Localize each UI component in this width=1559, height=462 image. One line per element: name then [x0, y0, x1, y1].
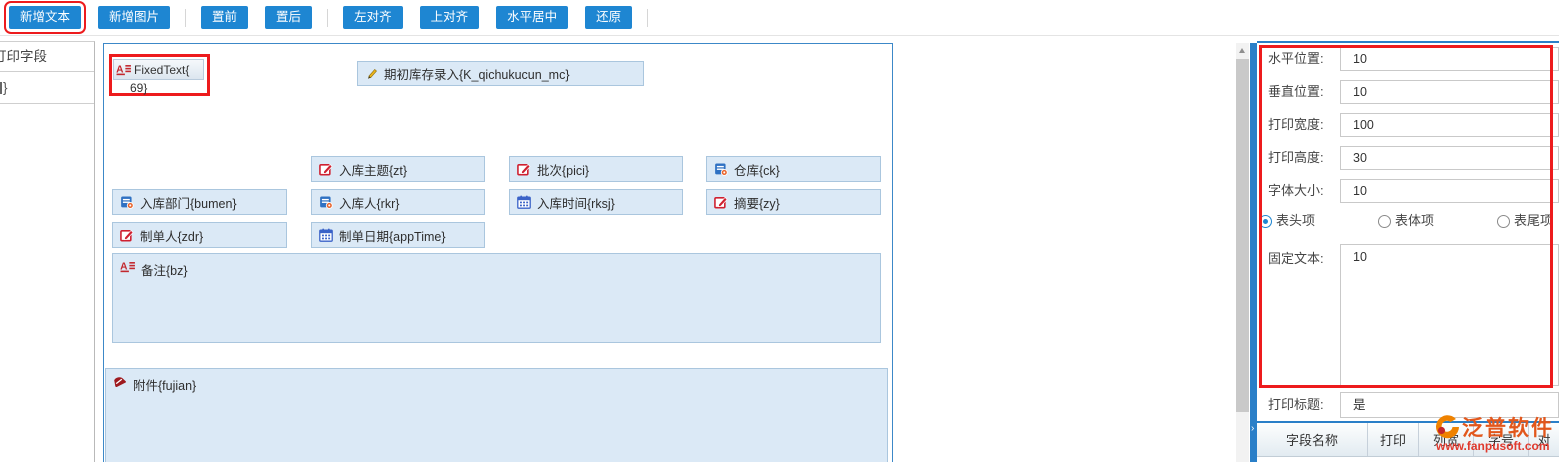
radio-table-header-label[interactable]: 表头项: [1276, 211, 1315, 231]
print-width-label: 打印宽度:: [1268, 113, 1340, 137]
select-icon: [319, 195, 333, 209]
fixed-text-element-highlight[interactable]: FixedText{ 69}: [109, 54, 210, 96]
attachment-icon: [113, 375, 127, 389]
canvas-field-label: 摘要{zy}: [734, 193, 780, 212]
print-height-input[interactable]: 30: [1340, 146, 1559, 170]
canvas-field-label: 入库主题{zt}: [339, 160, 407, 179]
text-icon: [120, 260, 135, 273]
print-template-designer: 新增文本 新增图片 置前 置后 左对齐 上对齐 水平居中 还原 打印字段 } F…: [0, 0, 1559, 462]
canvas-field-title[interactable]: 期初库存录入{K_qichukucun_mc}: [357, 61, 644, 86]
canvas-field-summary[interactable]: 摘要{zy}: [706, 189, 881, 215]
canvas-field-time[interactable]: 入库时间{rksj}: [509, 189, 683, 215]
select-icon: [120, 195, 134, 209]
canvas-field-label: 仓库{ck}: [734, 160, 780, 179]
column-width: 列宽: [1419, 423, 1474, 456]
print-title-input[interactable]: 是: [1340, 392, 1559, 418]
column-font-size: 字号: [1474, 423, 1529, 456]
canvas-field-label: 入库时间{rksj}: [537, 193, 615, 212]
canvas-field-label: 入库部门{bumen}: [140, 193, 237, 212]
bring-front-button[interactable]: 置前: [201, 6, 248, 29]
radio-table-footer-label[interactable]: 表尾项: [1514, 211, 1553, 231]
fixed-text-line2: 69}: [130, 81, 147, 95]
column-print: 打印: [1368, 423, 1419, 456]
print-field-list-item[interactable]: }: [0, 72, 94, 104]
add-text-button[interactable]: 新增文本: [9, 6, 81, 29]
canvas-field-remark[interactable]: 备注{bz}: [112, 253, 881, 343]
toolbar-separator: [185, 9, 186, 27]
column-field-name: 字段名称: [1257, 423, 1368, 456]
center-horizontal-button[interactable]: 水平居中: [496, 6, 568, 29]
radio-table-body-label[interactable]: 表体项: [1395, 211, 1434, 231]
canvas-field-label: 期初库存录入{K_qichukucun_mc}: [384, 64, 570, 83]
scrollbar-thumb[interactable]: [1236, 59, 1249, 412]
align-top-button[interactable]: 上对齐: [420, 6, 480, 29]
canvas-field-label: 批次{pici}: [537, 160, 589, 179]
calendar-icon: [517, 195, 531, 209]
reset-button[interactable]: 还原: [585, 6, 632, 29]
canvas-field-subject[interactable]: 入库主题{zt}: [311, 156, 485, 182]
canvas-field-attachment[interactable]: 附件{fujian}: [105, 368, 888, 462]
clipped-glyph: [0, 82, 2, 94]
design-canvas[interactable]: FixedText{ 69} 期初库存录入{K_qichukucun_mc} 入…: [103, 43, 893, 462]
canvas-field-label: 制单人{zdr}: [140, 226, 203, 245]
print-field-item-label: }: [3, 72, 8, 103]
align-left-button[interactable]: 左对齐: [343, 6, 403, 29]
edit-icon: [714, 195, 728, 209]
text-icon: [116, 63, 131, 76]
vertical-position-input[interactable]: 10: [1340, 80, 1559, 104]
radio-table-header-item[interactable]: [1259, 215, 1272, 228]
toolbar: 新增文本 新增图片 置前 置后 左对齐 上对齐 水平居中 还原: [0, 0, 1559, 36]
canvas-field-department[interactable]: 入库部门{bumen}: [112, 189, 287, 215]
canvas-field-batch[interactable]: 批次{pici}: [509, 156, 683, 182]
print-width-input[interactable]: 100: [1340, 113, 1559, 137]
fixed-text-textarea[interactable]: 10: [1340, 244, 1559, 386]
fixed-text-label: 固定文本:: [1268, 247, 1340, 271]
edit-icon: [120, 228, 134, 242]
canvas-field-create-date[interactable]: 制单日期{appTime}: [311, 222, 485, 248]
fixed-text-line1: FixedText{: [134, 63, 189, 77]
canvas-field-creator[interactable]: 制单人{zdr}: [112, 222, 287, 248]
font-size-label: 字体大小:: [1268, 179, 1340, 203]
fixed-text-element[interactable]: FixedText{: [113, 59, 204, 80]
horizontal-position-label: 水平位置:: [1268, 47, 1340, 71]
panel-splitter[interactable]: ›: [1250, 43, 1257, 462]
column-align: 对: [1529, 423, 1559, 456]
toolbar-separator: [647, 9, 648, 27]
radio-table-body-item[interactable]: [1378, 215, 1391, 228]
print-fields-sidebar: 打印字段 }: [0, 41, 95, 462]
calendar-icon: [319, 228, 333, 242]
edit-icon: [319, 162, 333, 176]
canvas-field-label: 备注{bz}: [141, 260, 188, 279]
horizontal-position-input[interactable]: 10: [1340, 47, 1559, 71]
add-image-button[interactable]: 新增图片: [98, 6, 170, 29]
print-title-label: 打印标题:: [1268, 393, 1340, 417]
print-fields-header: 打印字段: [0, 42, 94, 72]
canvas-field-warehouse[interactable]: 仓库{ck}: [706, 156, 881, 182]
select-icon: [714, 162, 728, 176]
toolbar-separator: [327, 9, 328, 27]
vertical-position-label: 垂直位置:: [1268, 80, 1340, 104]
field-table-header: 字段名称 打印 列宽 字号 对: [1257, 421, 1559, 457]
splitter-collapse-icon[interactable]: ›: [1251, 424, 1254, 434]
send-back-button[interactable]: 置后: [265, 6, 312, 29]
radio-table-footer-item[interactable]: [1497, 215, 1510, 228]
scrollbar-up-arrow-icon[interactable]: [1236, 43, 1249, 58]
edit-icon: [517, 162, 531, 176]
vertical-scrollbar[interactable]: [1236, 43, 1249, 462]
canvas-field-receiver[interactable]: 入库人{rkr}: [311, 189, 485, 215]
print-height-label: 打印高度:: [1268, 146, 1340, 170]
canvas-field-label: 入库人{rkr}: [339, 193, 399, 212]
pen-icon: [365, 67, 378, 80]
canvas-field-label: 制单日期{appTime}: [339, 226, 446, 245]
canvas-field-label: 附件{fujian}: [133, 375, 196, 394]
font-size-input[interactable]: 10: [1340, 179, 1559, 203]
